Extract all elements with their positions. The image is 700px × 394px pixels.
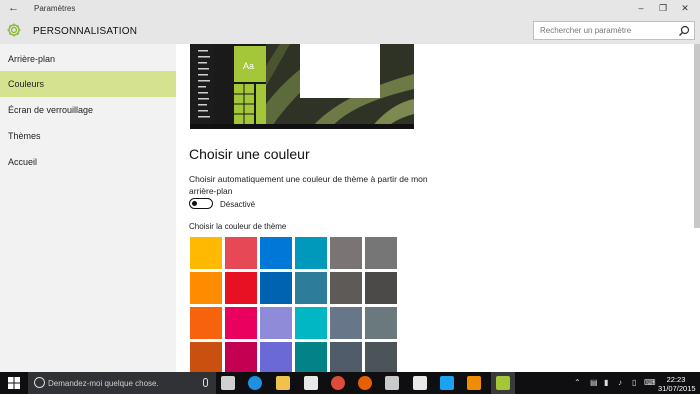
cortana-search-box[interactable]: Demandez-moi quelque chose.: [28, 372, 216, 394]
sidebar-item-label: Écran de verrouillage: [8, 105, 94, 115]
color-swatch[interactable]: [295, 272, 327, 304]
clock[interactable]: 22:23 31/07/2015: [658, 375, 696, 393]
calendar-icon[interactable]: [413, 376, 427, 390]
preview-image: [190, 44, 414, 129]
color-swatch[interactable]: [365, 237, 397, 269]
sidebar-item-accueil[interactable]: Accueil: [0, 149, 176, 175]
color-swatch[interactable]: [225, 342, 257, 372]
windows-start-icon[interactable]: [8, 377, 20, 389]
auto-color-toggle[interactable]: [189, 198, 213, 209]
chrome-icon[interactable]: [331, 376, 345, 390]
window-title: Paramètres: [34, 4, 76, 13]
color-swatch[interactable]: [260, 272, 292, 304]
sidebar-item-label: Couleurs: [8, 79, 45, 89]
show-hidden-icons-icon[interactable]: ⌃: [574, 378, 581, 387]
notification-icon[interactable]: ▯: [632, 378, 636, 387]
color-swatch[interactable]: [225, 237, 257, 269]
toggle-state-label: Désactivé: [220, 200, 256, 209]
color-swatch[interactable]: [190, 342, 222, 372]
color-swatch[interactable]: [225, 307, 257, 339]
task-view-icon[interactable]: [221, 376, 235, 390]
battery-icon[interactable]: ▮: [604, 378, 608, 387]
color-swatch[interactable]: [295, 342, 327, 372]
sidebar-item-label: Arrière-plan: [8, 54, 56, 64]
section-title: PERSONNALISATION: [33, 26, 138, 37]
vlc-icon[interactable]: [467, 376, 481, 390]
theme-color-label: Choisir la couleur de thème: [189, 222, 287, 231]
back-arrow-icon[interactable]: ←: [8, 2, 19, 14]
sidebar-item-label: Accueil: [8, 157, 38, 167]
color-swatch[interactable]: [295, 307, 327, 339]
sidebar-item-ecran-de-verrouillage[interactable]: Écran de verrouillage: [0, 97, 176, 123]
toggle-knob: [192, 201, 197, 206]
theme-preview: Aa: [190, 44, 414, 129]
sidebar-item-themes[interactable]: Thèmes: [0, 123, 176, 149]
auto-color-label: Choisir automatiquement une couleur de t…: [189, 174, 428, 196]
cortana-icon: [34, 377, 45, 388]
title-bar: ← Paramètres – ❐ ✕: [0, 0, 700, 18]
settings-app-icon[interactable]: [496, 376, 510, 390]
color-swatch[interactable]: [330, 342, 362, 372]
sidebar-item-label: Thèmes: [8, 131, 41, 141]
clock-time: 22:23: [666, 375, 686, 384]
file-explorer-icon[interactable]: [276, 376, 290, 390]
minimize-icon[interactable]: –: [633, 3, 649, 13]
taskbar: Demandez-moi quelque chose. ⌃ ▤ ▮ ♪ ▯ ⌨ …: [0, 372, 700, 394]
gear-icon: [7, 23, 21, 37]
color-swatch[interactable]: [295, 237, 327, 269]
color-swatch[interactable]: [365, 272, 397, 304]
firefox-icon[interactable]: [358, 376, 372, 390]
cortana-placeholder: Demandez-moi quelque chose.: [48, 379, 159, 388]
twitter-icon[interactable]: [440, 376, 454, 390]
color-swatch[interactable]: [190, 237, 222, 269]
search-icon[interactable]: [678, 25, 690, 37]
color-swatch[interactable]: [365, 307, 397, 339]
color-swatch[interactable]: [330, 272, 362, 304]
restore-icon[interactable]: ❐: [655, 3, 671, 14]
sidebar-item-couleurs[interactable]: Couleurs: [0, 71, 176, 97]
sidebar: Arrière-plan Couleurs Écran de verrouill…: [0, 44, 176, 372]
search-placeholder: Rechercher un paramètre: [540, 26, 632, 35]
color-swatch[interactable]: [260, 237, 292, 269]
scrollbar[interactable]: [694, 44, 700, 228]
store-icon[interactable]: [304, 376, 318, 390]
keyboard-icon[interactable]: ⌨: [644, 378, 656, 387]
color-swatch[interactable]: [260, 307, 292, 339]
color-swatch[interactable]: [365, 342, 397, 372]
search-input[interactable]: Rechercher un paramètre: [533, 21, 695, 40]
network-icon[interactable]: ▤: [590, 378, 598, 387]
tile-label: Aa: [243, 61, 255, 71]
edge-icon[interactable]: [248, 376, 262, 390]
color-swatch[interactable]: [330, 237, 362, 269]
color-swatch[interactable]: [225, 272, 257, 304]
color-swatch[interactable]: [190, 272, 222, 304]
color-swatch[interactable]: [330, 307, 362, 339]
color-swatch[interactable]: [190, 307, 222, 339]
clock-date: 31/07/2015: [658, 384, 696, 393]
color-swatch[interactable]: [260, 342, 292, 372]
volume-icon[interactable]: ♪: [618, 378, 622, 387]
paint-icon[interactable]: [385, 376, 399, 390]
microphone-icon[interactable]: [203, 378, 208, 387]
main-content: Aa Choisir une couleur Choisir automatiq…: [176, 44, 694, 372]
page-title: Choisir une couleur: [189, 146, 310, 162]
sidebar-item-arriere-plan[interactable]: Arrière-plan: [0, 46, 176, 72]
close-icon[interactable]: ✕: [677, 3, 693, 14]
